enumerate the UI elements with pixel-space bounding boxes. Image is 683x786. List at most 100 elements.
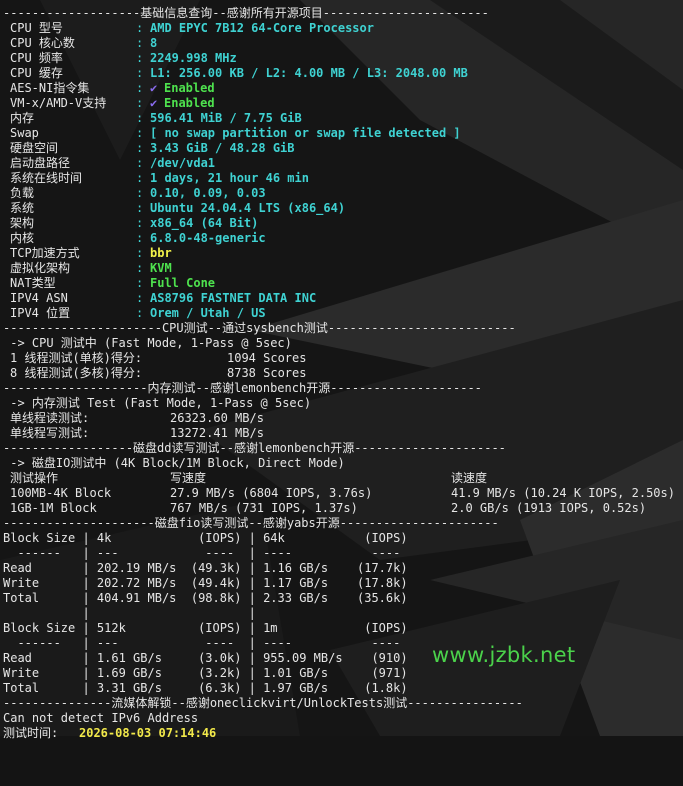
info-label: VM-x/AMD-V支持 [10,96,107,110]
dd-mode-text: -> 磁盘IO测试中 (4K Block/1M Block, Direct Mo… [3,456,345,470]
dd-header-row: 测试操作 写速度 读速度 [0,471,683,486]
info-value: 1 days, 21 hour 46 min [150,171,309,185]
dd-row-read: 41.9 MB/s (10.24 K IOPS, 2.50s) [451,486,675,500]
dd-row-op: 1GB-1M Block [10,501,97,515]
section-header-mem: --------------------内存测试--感谢lemonbench开源… [0,381,683,396]
fio-table-row: Read | 202.19 MB/s (49.3k) | 1.16 GB/s (… [0,561,683,576]
info-separator: : [136,141,144,155]
dd-header-read: 读速度 [451,471,488,485]
section-title: ------------------磁盘dd读写测试--感谢lemonbench… [3,441,506,455]
info-label: Swap [10,126,39,140]
info-label: 系统在线时间 [10,171,83,185]
info-label: 系统 [10,201,35,215]
section-title: ---------------------磁盘fio读写测试--感谢yabs开源… [3,516,499,530]
cpu-single-score: 1094 Scores [227,351,307,365]
info-separator: : [136,111,144,125]
info-row: 架构: x86_64 (64 Bit) [0,216,683,231]
site-watermark: www.jzbk.net [432,643,576,667]
info-row: AES-NI指令集: ✔ Enabled [0,81,683,96]
info-separator: : [136,201,144,215]
info-label: IPV4 ASN [10,291,68,305]
info-separator: : [136,81,144,95]
info-row: IPV4 位置: Orem / Utah / US [0,306,683,321]
info-separator: : [136,171,144,185]
section-header-dd: ------------------磁盘dd读写测试--感谢lemonbench… [0,441,683,456]
cpu-multi-row: 8 线程测试(多核)得分: 8738 Scores [0,366,683,381]
info-separator: : [136,276,144,290]
section-title: -------------------基础信息查询--感谢所有开源项目-----… [3,6,489,20]
dd-row-write: 767 MB/s (731 IOPS, 1.37s) [170,501,358,515]
check-icon: ✔ [150,96,158,110]
fio-row-text: Read | 202.19 MB/s (49.3k) | 1.16 GB/s (… [3,561,408,575]
mem-read-label: 单线程读测试: [10,411,90,425]
info-value: 596.41 MiB / 7.75 GiB [150,111,302,125]
fio-row-text: | | [3,606,256,620]
info-row: Swap: [ no swap partition or swap file de… [0,126,683,141]
info-separator: : [136,36,144,50]
info-separator: : [136,66,144,80]
fio-table-row: Block Size | 512k (IOPS) | 1m (IOPS) [0,621,683,636]
mem-mode-text: -> 内存测试 Test (Fast Mode, 1-Pass @ 5sec) [3,396,312,410]
section-title: ---------------流媒体解锁--感谢oneclickvirt/Unl… [3,696,523,710]
info-row: 内核:6.8.0-48-generic [0,231,683,246]
mem-mode-line: -> 内存测试 Test (Fast Mode, 1-Pass @ 5sec) [0,396,683,411]
info-value: 6.8.0-48-generic [150,231,266,245]
info-label: AES-NI指令集 [10,81,90,95]
info-row: 虚拟化架构: KVM [0,261,683,276]
mem-write-label: 单线程写测试: [10,426,90,440]
test-time-value: 2026-08-03 07:14:46 [79,726,217,740]
section-header-basic: -------------------基础信息查询--感谢所有开源项目-----… [0,6,683,21]
info-label: CPU 核心数 [10,36,75,50]
info-row: TCP加速方式: bbr [0,246,683,261]
cpu-mode-line: -> CPU 测试中 (Fast Mode, 1-Pass @ 5sec) [0,336,683,351]
info-label: 内存 [10,111,35,125]
fio-table-row: | | [0,606,683,621]
info-value: 8 [150,36,158,50]
ipv6-line: Can not detect IPv6 Address [0,711,683,726]
info-row: 内存:596.41 MiB / 7.75 GiB [0,111,683,126]
info-separator: : [136,306,144,320]
cpu-multi-score: 8738 Scores [227,366,307,380]
fio-row-text: ------ | --- ---- | ---- ---- [3,636,401,650]
test-time-label: 测试时间: [3,726,66,740]
info-value: AS8796 FASTNET DATA INC [150,291,317,305]
info-separator: : [136,216,144,230]
fio-row-text: Total | 404.91 MB/s (98.8k) | 2.33 GB/s … [3,591,408,605]
info-separator: : [136,261,144,275]
info-separator: : [136,51,144,65]
fio-row-text: Total | 3.31 GB/s (6.3k) | 1.97 GB/s (1.… [3,681,408,695]
info-value: L1: 256.00 KB / L2: 4.00 MB / L3: 2048.0… [150,66,468,80]
section-header-fio: ---------------------磁盘fio读写测试--感谢yabs开源… [0,516,683,531]
fio-row-text: Write | 202.72 MB/s (49.4k) | 1.17 GB/s … [3,576,408,590]
info-label: 架构 [10,216,35,230]
info-row: NAT类型: Full Cone [0,276,683,291]
mem-write-value: 13272.41 MB/s [170,426,264,440]
info-row: 启动盘路径: /dev/vda1 [0,156,683,171]
info-value: 3.43 GiB / 48.28 GiB [150,141,295,155]
info-row: IPV4 ASN: AS8796 FASTNET DATA INC [0,291,683,306]
fio-row-text: Write | 1.69 GB/s (3.2k) | 1.01 GB/s (97… [3,666,408,680]
info-value: bbr [150,246,172,260]
terminal-output: -------------------基础信息查询--感谢所有开源项目-----… [0,6,683,741]
info-label: CPU 型号 [10,21,63,35]
info-value: KVM [150,261,172,275]
info-row: 系统在线时间:1 days, 21 hour 46 min [0,171,683,186]
info-value: Enabled [164,96,215,110]
info-label: NAT类型 [10,276,56,290]
fio-row-text: Block Size | 512k (IOPS) | 1m (IOPS) [3,621,408,635]
info-value: Ubuntu 24.04.4 LTS (x86_64) [150,201,346,215]
info-row: 负载:0.10, 0.09, 0.03 [0,186,683,201]
fio-table-row: ------ | --- ---- | ---- ---- [0,546,683,561]
info-row: CPU 缓存: L1: 256.00 KB / L2: 4.00 MB / L3:… [0,66,683,81]
info-separator: : [136,231,144,245]
ipv6-text: Can not detect IPv6 Address [3,711,199,725]
info-row: 硬盘空间:3.43 GiB / 48.28 GiB [0,141,683,156]
info-label: CPU 缓存 [10,66,63,80]
dd-header-write: 写速度 [170,471,207,485]
mem-read-row: 单线程读测试: 26323.60 MB/s [0,411,683,426]
fio-table-row: Write | 1.69 GB/s (3.2k) | 1.01 GB/s (97… [0,666,683,681]
info-label: 虚拟化架构 [10,261,71,275]
info-value: Enabled [164,81,215,95]
info-row: CPU 核心数:8 [0,36,683,51]
fio-table-row: Total | 404.91 MB/s (98.8k) | 2.33 GB/s … [0,591,683,606]
